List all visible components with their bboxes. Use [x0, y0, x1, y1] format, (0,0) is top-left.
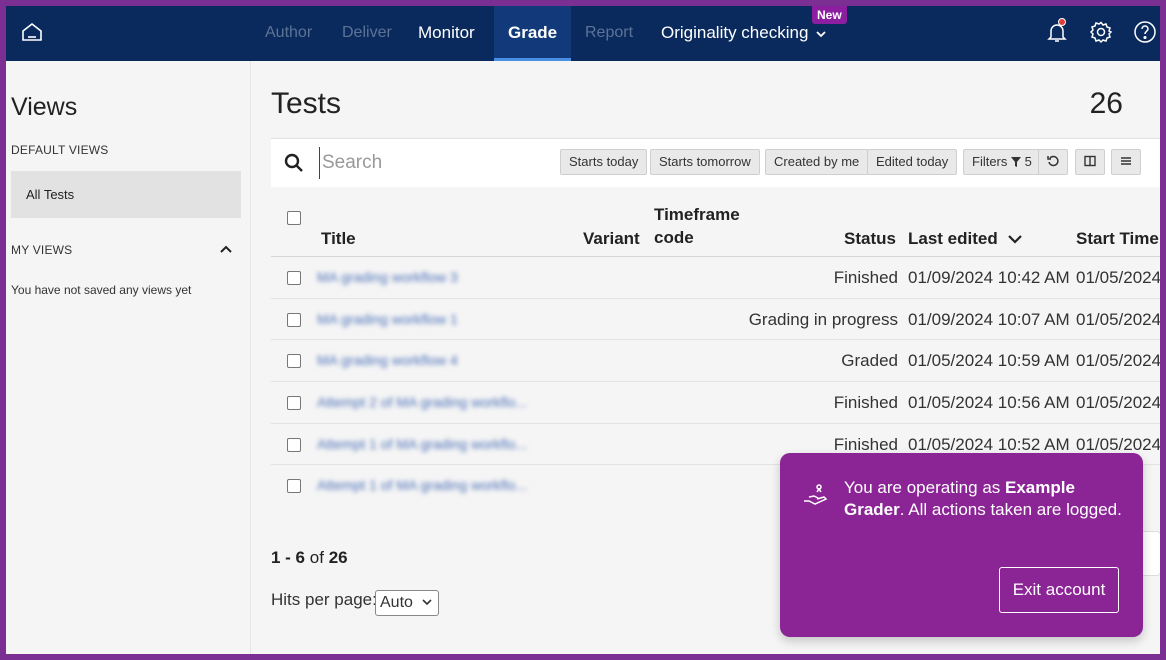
column-timeframe[interactable]: Timeframe [654, 205, 740, 225]
my-views-label: MY VIEWS [11, 243, 73, 257]
help-icon[interactable] [1133, 20, 1157, 44]
row-title-link[interactable]: MA grading workflow 1 [317, 311, 458, 327]
row-title-link[interactable]: MA grading workflow 4 [317, 352, 458, 368]
row-status: Graded [841, 351, 898, 371]
app-window: Author Deliver Monitor Grade Report Orig… [6, 6, 1160, 654]
row-last-edited: 01/05/2024 10:52 AM [908, 434, 1070, 454]
row-last-edited: 01/05/2024 10:59 AM [908, 351, 1070, 371]
table-header: Title Variant Timeframe code Status Last… [271, 199, 1160, 257]
nav-originality-label: Originality checking [661, 23, 809, 42]
hits-per-page-value: Auto [380, 594, 413, 611]
row-title-link[interactable]: Attempt 1 of MA grading workflo... [317, 436, 527, 452]
row-checkbox[interactable] [287, 437, 301, 452]
filters-count: 5 [1024, 154, 1032, 169]
views-sidebar: Views DEFAULT VIEWS All Tests MY VIEWS Y… [6, 61, 251, 654]
reset-filters-button[interactable] [1038, 149, 1068, 175]
gear-icon[interactable] [1089, 20, 1113, 44]
hits-per-page-label: Hits per page: [271, 590, 377, 609]
hand-icon [804, 484, 828, 505]
table-row[interactable]: MA grading workflow 1 Grading in progres… [271, 299, 1160, 341]
row-start-time: 01/05/2024 [1076, 268, 1160, 287]
columns-toggle-button[interactable] [1075, 149, 1105, 175]
row-title-link[interactable]: Attempt 2 of MA grading workflo... [317, 394, 527, 410]
result-count: 26 [1089, 87, 1123, 120]
sort-desc-icon[interactable] [1007, 232, 1023, 246]
search-toolbar: Starts today Starts tomorrow Created by … [271, 138, 1160, 187]
toast-message: You are operating as Example Grader. All… [844, 477, 1124, 521]
no-views-message: You have not saved any views yet [11, 283, 192, 297]
row-status: Grading in progress [748, 309, 898, 329]
row-start-time: 01/05/2024 [1076, 351, 1160, 371]
table-row[interactable]: MA grading workflow 3 Finished 01/09/202… [271, 257, 1160, 299]
nav-deliver[interactable]: Deliver [342, 6, 392, 61]
chevron-down-icon [816, 30, 826, 37]
exit-account-button[interactable]: Exit account [999, 567, 1119, 613]
row-checkbox[interactable] [287, 271, 301, 285]
row-title-link[interactable]: MA grading workflow 3 [317, 269, 458, 285]
chevron-down-icon [422, 599, 432, 606]
table-row[interactable]: MA grading workflow 4 Graded 01/05/2024 … [271, 340, 1160, 383]
new-badge: New [812, 6, 847, 24]
row-status: Finished [833, 434, 898, 454]
filter-created-by-me-button[interactable]: Created by me [765, 149, 869, 175]
sidebar-title: Views [11, 93, 78, 121]
filters-button[interactable]: Filters 5 [963, 149, 1041, 175]
nav-monitor[interactable]: Monitor [418, 6, 475, 61]
filter-edited-today-button[interactable]: Edited today [867, 149, 958, 175]
row-last-edited: 01/09/2024 10:42 AM [908, 268, 1070, 287]
pagination-total: 26 [328, 548, 348, 567]
row-last-edited: 01/05/2024 10:56 AM [908, 393, 1070, 413]
toast-suffix: . All actions taken are logged. [899, 500, 1122, 519]
nav-grade[interactable]: Grade [494, 6, 572, 61]
column-timeframe-code[interactable]: code [654, 228, 694, 248]
row-status: Finished [833, 393, 898, 413]
top-nav: Author Deliver Monitor Grade Report Orig… [6, 6, 1160, 61]
row-checkbox[interactable] [287, 312, 301, 327]
funnel-icon [1011, 157, 1022, 167]
search-input[interactable] [319, 147, 549, 179]
column-variant[interactable]: Variant [583, 229, 640, 249]
menu-icon [1121, 157, 1131, 165]
columns-icon [1084, 155, 1096, 167]
filter-starts-tomorrow-button[interactable]: Starts tomorrow [650, 149, 760, 175]
column-last-edited[interactable]: Last edited [908, 229, 998, 249]
impersonation-toast: You are operating as Example Grader. All… [780, 453, 1143, 637]
page-title: Tests [271, 87, 342, 120]
table-row[interactable]: Attempt 2 of MA grading workflo... Finis… [271, 382, 1160, 424]
column-start-time[interactable]: Start Time [1076, 229, 1159, 249]
column-title[interactable]: Title [321, 229, 356, 249]
chevron-up-icon[interactable] [219, 242, 233, 256]
nav-report[interactable]: Report [585, 6, 633, 61]
hits-per-page-select[interactable]: Auto [375, 590, 439, 616]
search-icon [284, 153, 303, 172]
row-start-time: 01/05/2024 [1076, 393, 1160, 413]
nav-originality-checking[interactable]: Originality checking [661, 6, 827, 61]
home-icon[interactable] [20, 20, 44, 44]
row-checkbox[interactable] [287, 396, 301, 411]
pagination-summary: 1 - 6 of 26 [271, 548, 348, 568]
select-all-checkbox[interactable] [287, 211, 301, 225]
row-start-time: 01/05/2024 [1076, 434, 1160, 454]
pagination-of: of [309, 548, 324, 567]
column-status[interactable]: Status [844, 229, 896, 249]
row-status: Finished [833, 268, 898, 287]
filters-label: Filters [972, 154, 1008, 169]
row-checkbox[interactable] [287, 354, 301, 369]
row-title-link[interactable]: Attempt 1 of MA grading workflo... [317, 477, 527, 493]
reset-icon [1047, 155, 1059, 167]
row-last-edited: 01/09/2024 10:07 AM [908, 309, 1070, 329]
row-start-time: 01/05/2024 [1076, 309, 1160, 329]
toast-prefix: You are operating as [844, 478, 1005, 497]
row-checkbox[interactable] [287, 479, 301, 494]
notification-dot [1058, 18, 1066, 26]
menu-button[interactable] [1111, 149, 1141, 175]
pagination-range: 1 - 6 [271, 548, 306, 567]
sidebar-item-all-tests[interactable]: All Tests [11, 171, 241, 218]
filter-starts-today-button[interactable]: Starts today [560, 149, 648, 175]
default-views-label: DEFAULT VIEWS [11, 143, 109, 157]
nav-author[interactable]: Author [265, 6, 312, 61]
